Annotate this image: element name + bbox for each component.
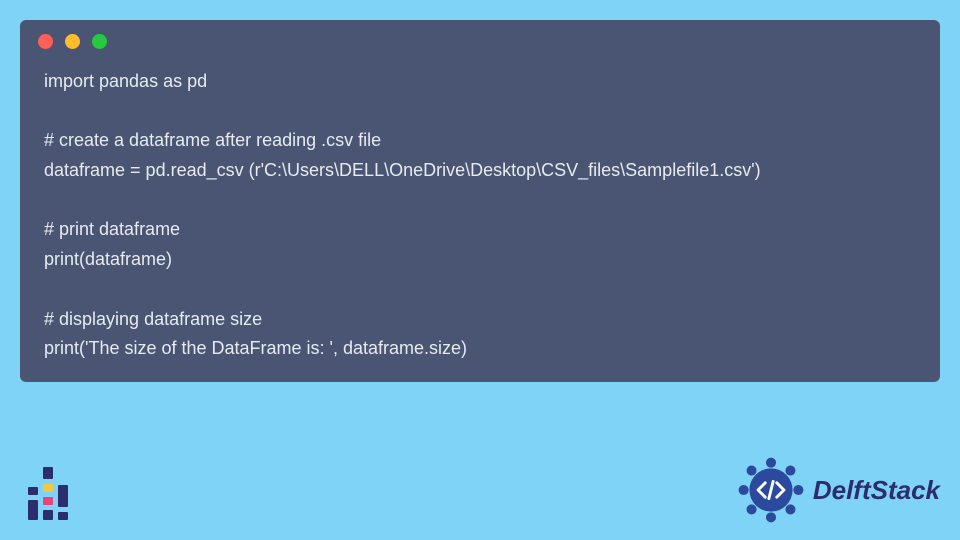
logo-bar: [58, 485, 68, 520]
code-line: dataframe = pd.read_csv (r'C:\Users\DELL…: [44, 160, 761, 180]
code-line: print(dataframe): [44, 249, 172, 269]
window-titlebar: [20, 20, 940, 57]
logo-seg: [43, 467, 53, 479]
brand-logo: DelftStack: [735, 454, 940, 526]
code-line: import pandas as pd: [44, 71, 207, 91]
code-line: # create a dataframe after reading .csv …: [44, 130, 381, 150]
window-close-dot: [38, 34, 53, 49]
logo-seg: [28, 500, 38, 520]
window-minimize-dot: [65, 34, 80, 49]
code-line: print('The size of the DataFrame is: ', …: [44, 338, 467, 358]
logo-seg: [28, 487, 38, 495]
logo-seg: [58, 512, 68, 520]
code-line: # print dataframe: [44, 219, 180, 239]
window-maximize-dot: [92, 34, 107, 49]
logo-seg: [58, 485, 68, 507]
left-logo-icon: [28, 467, 68, 526]
code-line: # displaying dataframe size: [44, 309, 262, 329]
logo-bar: [43, 467, 53, 520]
logo-seg: [43, 497, 53, 505]
logo-seg: [43, 484, 53, 492]
brand-badge-icon: [735, 454, 807, 526]
code-window: import pandas as pd # create a dataframe…: [20, 20, 940, 382]
logo-bar: [28, 487, 38, 520]
footer: DelftStack: [0, 430, 960, 540]
brand-name: DelftStack: [813, 475, 940, 506]
code-block: import pandas as pd # create a dataframe…: [20, 57, 940, 364]
logo-seg: [43, 510, 53, 520]
